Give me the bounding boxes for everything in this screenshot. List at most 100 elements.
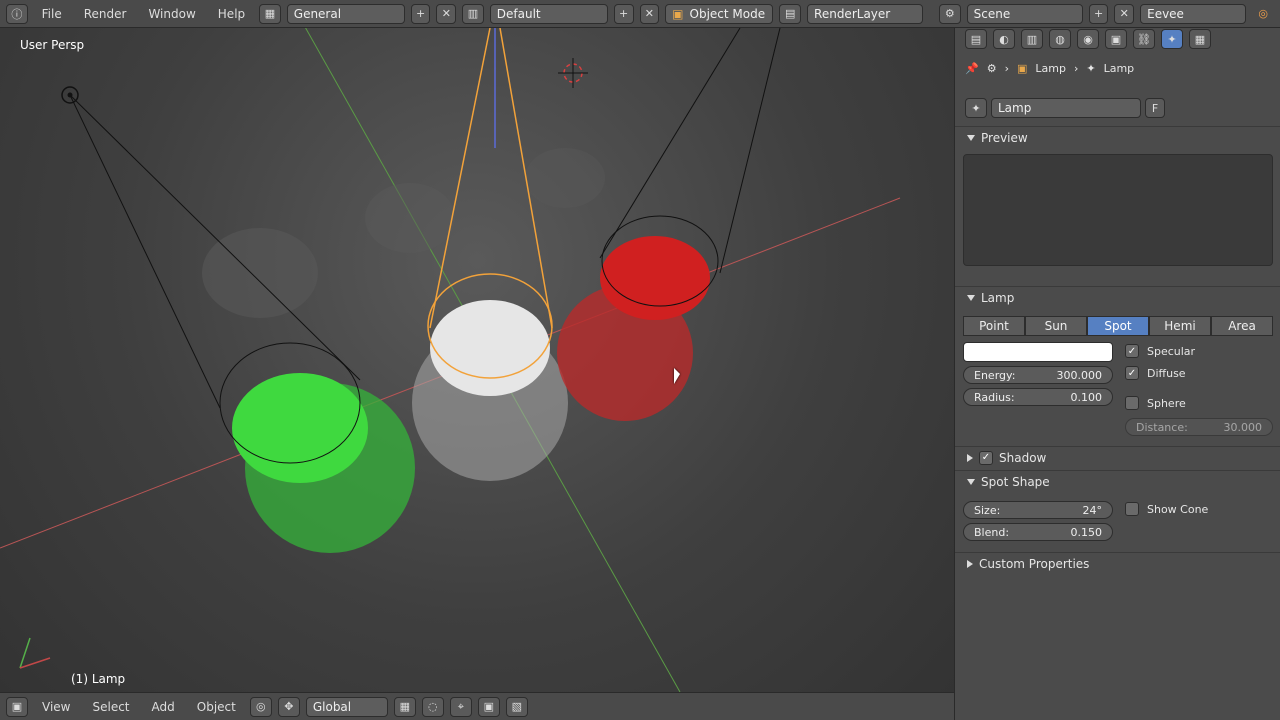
remove-layout-button[interactable]: ✕ <box>436 3 457 24</box>
lamp-color-swatch[interactable] <box>963 342 1113 362</box>
menu-file[interactable]: File <box>34 7 70 21</box>
diffuse-label: Diffuse <box>1147 366 1186 380</box>
diffuse-toggle[interactable]: ✓ Diffuse <box>1125 366 1186 380</box>
spot-blend-field[interactable]: Blend: 0.150 <box>963 523 1113 541</box>
scene-dropdown-label: Scene <box>973 6 1011 21</box>
green-cone-line-2 <box>69 94 361 381</box>
spot-shape-header[interactable]: Spot Shape <box>955 470 1280 492</box>
screen-icon[interactable]: ▥ <box>462 3 484 24</box>
radius-value: 0.100 <box>1070 390 1103 404</box>
datablock-name: Lamp <box>998 101 1032 115</box>
pin-icon[interactable]: 📌 <box>965 62 979 75</box>
menu-help[interactable]: Help <box>210 7 253 21</box>
sphere-toggle[interactable]: ✓ Sphere <box>1125 396 1186 410</box>
remove-screen-button[interactable]: ✕ <box>639 3 660 24</box>
screen-dropdown-label: Default <box>496 6 541 21</box>
menu-render[interactable]: Render <box>76 7 135 21</box>
specular-toggle[interactable]: ✓ Specular <box>1125 344 1195 358</box>
screen-dropdown[interactable]: Default <box>489 3 608 24</box>
scene-dropdown[interactable]: Scene <box>966 3 1083 24</box>
snap-element-icon[interactable]: ▣ <box>477 696 500 717</box>
render-tab-icon[interactable]: ◐ <box>993 29 1015 49</box>
proportional-edit-icon[interactable]: ◌ <box>421 696 444 717</box>
axis-gizmo-y <box>19 637 31 669</box>
sphere-label: Sphere <box>1147 396 1186 410</box>
mouse-cursor <box>674 368 680 384</box>
render-engine-dropdown[interactable]: Eevee <box>1140 3 1247 24</box>
texture-tab-icon[interactable]: ▦ <box>1189 29 1211 49</box>
specular-label: Specular <box>1147 344 1196 358</box>
mode-dropdown[interactable]: ▣ Object Mode <box>665 3 774 24</box>
collapse-icon <box>967 453 973 462</box>
red-cone-line-1 <box>599 28 741 259</box>
lamp-type-point[interactable]: Point <box>963 316 1025 336</box>
lamp-type-sun[interactable]: Sun <box>1025 316 1087 336</box>
show-cone-checkbox[interactable]: ✓ <box>1125 502 1139 516</box>
world-tab-icon[interactable]: ◉ <box>1077 29 1099 49</box>
lamp-datablock-icon[interactable]: ✦ <box>965 98 987 118</box>
fake-user-button[interactable]: F <box>1145 98 1165 118</box>
preview-title: Preview <box>981 130 1028 145</box>
render-icon[interactable]: ▧ <box>505 696 528 717</box>
layers-icon[interactable]: ▦ <box>393 696 416 717</box>
transform-orientation-dropdown[interactable]: Global <box>305 696 388 717</box>
object-icon: ▣ <box>1016 62 1028 75</box>
lamp-type-area[interactable]: Area <box>1211 316 1273 336</box>
custom-properties-header[interactable]: Custom Properties <box>955 552 1280 574</box>
diffuse-checkbox[interactable]: ✓ <box>1125 366 1139 380</box>
menu-object[interactable]: Object <box>189 700 244 714</box>
layout-dropdown[interactable]: General <box>286 3 405 24</box>
sphere-checkbox[interactable]: ✓ <box>1125 396 1139 410</box>
lamp-type-spot[interactable]: Spot <box>1087 316 1149 336</box>
lamp-header[interactable]: Lamp <box>955 286 1280 308</box>
scene-icon[interactable]: ⚙ <box>939 3 961 24</box>
add-layout-button[interactable]: + <box>410 3 431 24</box>
editor-type-info-icon[interactable]: ⓘ <box>6 3 28 24</box>
mode-dropdown-label: Object Mode <box>689 6 766 21</box>
pivot-icon[interactable]: ◎ <box>249 696 272 717</box>
show-cone-label: Show Cone <box>1147 502 1209 516</box>
spot-size-field[interactable]: Size: 24° <box>963 501 1113 519</box>
datablock-name-field[interactable]: Lamp <box>991 98 1141 118</box>
show-cone-toggle[interactable]: ✓ Show Cone <box>1125 502 1208 516</box>
layout-icon[interactable]: ▦ <box>259 3 281 24</box>
properties-editor-icon[interactable]: ▤ <box>965 29 987 49</box>
specular-checkbox[interactable]: ✓ <box>1125 344 1139 358</box>
lamp-data-tab-icon[interactable]: ✦ <box>1161 29 1183 49</box>
object-tab-icon[interactable]: ▣ <box>1105 29 1127 49</box>
spot-blend-label: Blend: <box>974 525 1010 539</box>
snap-icon[interactable]: ⌖ <box>449 696 472 717</box>
lamp-type-hemi[interactable]: Hemi <box>1149 316 1211 336</box>
viewport-scene <box>0 28 901 692</box>
menu-view[interactable]: View <box>34 700 78 714</box>
shadow-checkbox[interactable]: ✓ <box>979 450 993 465</box>
distance-field[interactable]: Distance: 30.000 <box>1125 418 1273 436</box>
cube-icon: ▣ <box>672 6 684 21</box>
constraints-tab-icon[interactable]: ⛓ <box>1133 29 1155 49</box>
renderlayer-icon[interactable]: ▤ <box>779 3 802 24</box>
3d-viewport[interactable]: User Persp (1) Lamp <box>0 28 954 692</box>
layout-dropdown-label: General <box>293 6 342 21</box>
scene-tab-icon[interactable]: ◍ <box>1049 29 1071 49</box>
selected-object-label: (1) Lamp <box>71 672 126 686</box>
axis-gizmo-x <box>19 657 51 669</box>
green-cone-line-1 <box>69 94 221 409</box>
lamp-title: Lamp <box>981 290 1015 305</box>
menu-add[interactable]: Add <box>144 700 183 714</box>
remove-scene-button[interactable]: ✕ <box>1114 3 1135 24</box>
top-bar: ⓘ File Render Window Help ▦ General + ✕ … <box>0 0 1280 28</box>
add-screen-button[interactable]: + <box>613 3 634 24</box>
render-layers-tab-icon[interactable]: ▥ <box>1021 29 1043 49</box>
preview-header[interactable]: Preview <box>955 126 1280 148</box>
editor-type-icon[interactable]: ▣ <box>6 696 28 717</box>
energy-field[interactable]: Energy: 300.000 <box>963 366 1113 384</box>
shadow-header[interactable]: ✓ Shadow <box>955 446 1280 468</box>
radius-field[interactable]: Radius: 0.100 <box>963 388 1113 406</box>
add-scene-button[interactable]: + <box>1088 3 1109 24</box>
menu-window[interactable]: Window <box>140 7 203 21</box>
menu-select[interactable]: Select <box>84 700 137 714</box>
expand-icon <box>967 478 975 485</box>
renderlayer-dropdown[interactable]: RenderLayer <box>807 3 924 24</box>
manipulator-icon[interactable]: ✥ <box>277 696 300 717</box>
bottom-bar: ▣ View Select Add Object ◎ ✥ Global ▦ ◌ … <box>0 692 954 720</box>
